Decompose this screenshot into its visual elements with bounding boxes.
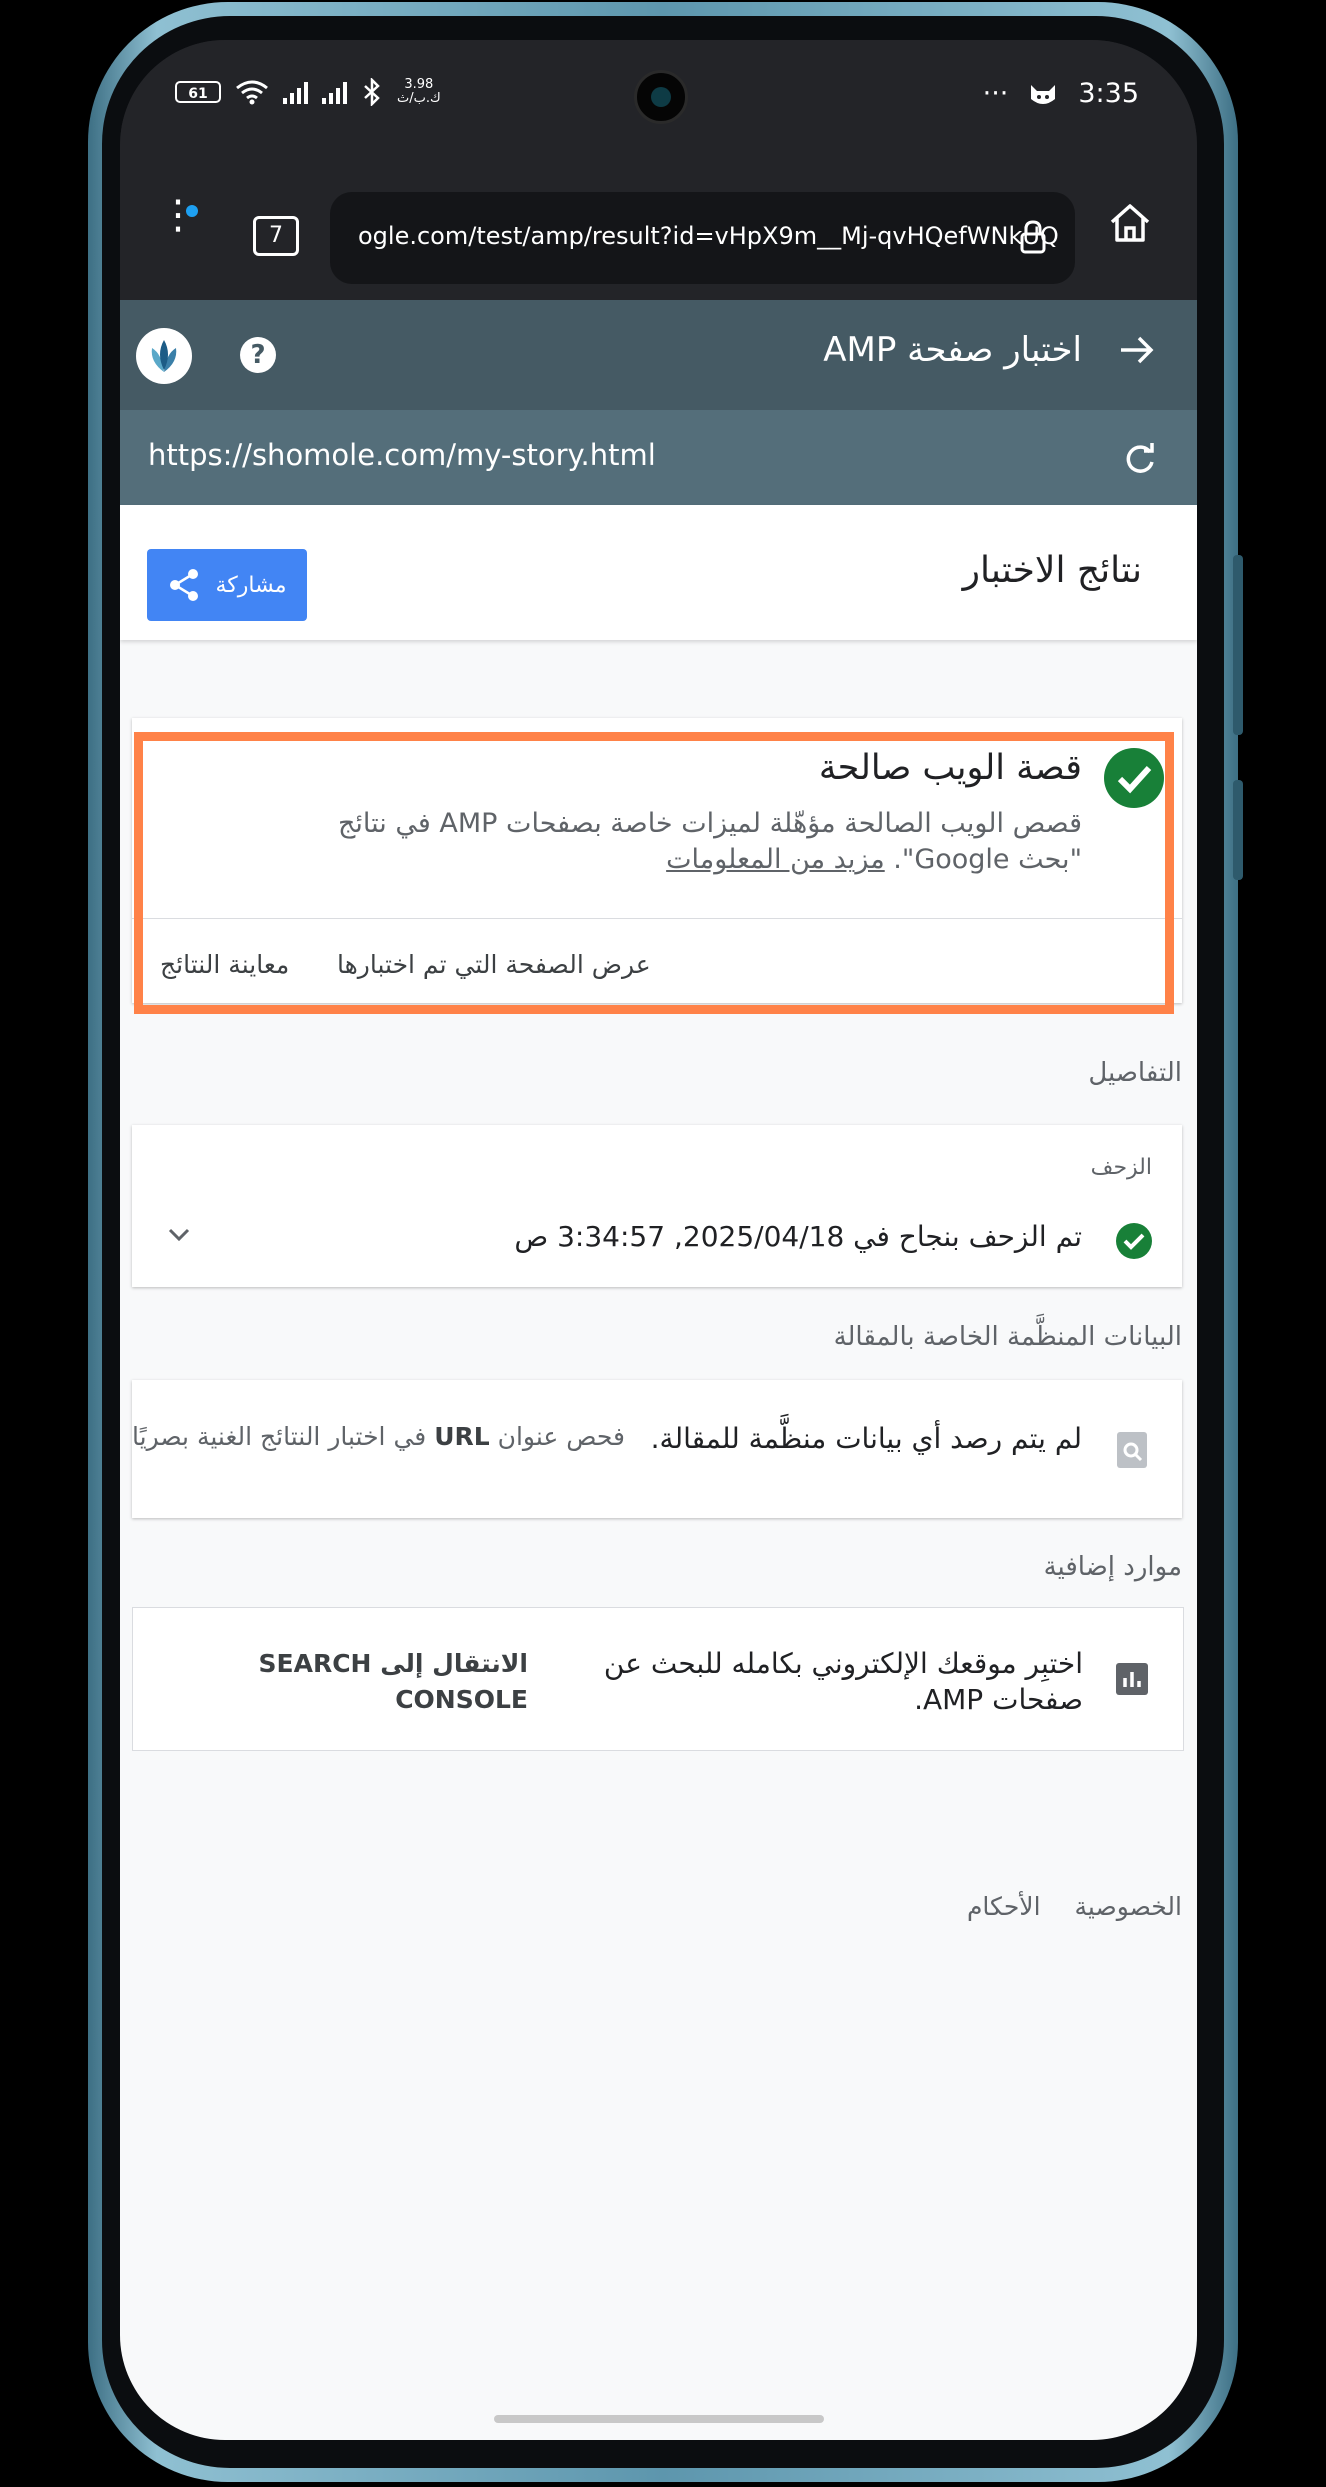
status-bar: 61 3.98 ك.ب/ث ··· 3:35 xyxy=(120,40,1197,150)
tested-url-bar: https://shomole.com/my-story.html xyxy=(120,410,1197,604)
footer-links: الخصوصية الأحكام xyxy=(967,1892,1182,1921)
annotation-highlight-box xyxy=(134,732,1174,1014)
network-speed: 3.98 ك.ب/ث xyxy=(397,77,441,106)
chevron-down-icon[interactable] xyxy=(164,1225,194,1245)
refresh-icon[interactable] xyxy=(1123,442,1157,476)
power-button xyxy=(1233,780,1243,880)
volume-button xyxy=(1233,555,1243,735)
results-header: نتائج الاختبار مشاركة xyxy=(120,505,1197,640)
terms-link[interactable]: الأحكام xyxy=(967,1892,1041,1921)
details-label: التفاصيل xyxy=(1088,1058,1182,1088)
privacy-link[interactable]: الخصوصية xyxy=(1075,1892,1182,1921)
search-console-link[interactable]: الانتقال إلى SEARCH CONSOLE xyxy=(258,1646,528,1718)
no-structured-data-text: لم يتم رصد أي بيانات منظَّمة للمقالة. xyxy=(650,1422,1082,1455)
wifi-icon xyxy=(236,80,268,105)
status-icons-right: ··· 3:35 xyxy=(983,78,1139,109)
back-arrow-icon[interactable] xyxy=(1117,330,1157,370)
browser-toolbar: ⋮ 7 ogle.com/test/amp/result?id=vHpX9m__… xyxy=(120,150,1197,300)
phone-screen: 61 3.98 ك.ب/ث ··· 3:35 ⋮ 7 ogle.com/test… xyxy=(120,40,1197,2440)
check-circle-icon xyxy=(1116,1223,1152,1259)
rich-results-test-link[interactable]: فحص عنوان URL في اختبار النتائج الغنية ب… xyxy=(132,1422,625,1451)
app-bar: اختبار صفحة AMP ? xyxy=(120,300,1197,410)
more-notifications-icon: ··· xyxy=(982,78,1009,109)
address-url: ogle.com/test/amp/result?id=vHpX9m__Mj-q… xyxy=(358,222,1059,250)
address-bar[interactable]: ogle.com/test/amp/result?id=vHpX9m__Mj-q… xyxy=(330,192,1075,284)
additional-resources-label: موارد إضافية xyxy=(1043,1552,1182,1582)
crawl-card[interactable]: الزحف تم الزحف بنجاح في 2025/04/18, 3:34… xyxy=(132,1125,1182,1287)
share-label: مشاركة xyxy=(215,572,287,598)
search-console-logo[interactable] xyxy=(136,328,192,384)
battery-icon: 61 xyxy=(175,81,221,103)
search-document-icon xyxy=(1117,1432,1147,1468)
help-icon[interactable]: ? xyxy=(240,337,276,373)
amp-test-page: اختبار صفحة AMP ? https://shomole.com/my… xyxy=(120,300,1197,2440)
share-button[interactable]: مشاركة xyxy=(147,549,307,621)
bluetooth-icon xyxy=(364,78,380,106)
tab-switcher-button[interactable]: 7 xyxy=(253,216,299,256)
share-icon xyxy=(170,569,199,601)
resources-text: اختبِر موقعك الإلكتروني بكامله للبحث عن … xyxy=(603,1647,1083,1716)
front-camera xyxy=(634,70,688,124)
signal-icon xyxy=(283,80,308,104)
bar-chart-icon xyxy=(1116,1663,1148,1695)
resources-card: اختبِر موقعك الإلكتروني بكامله للبحث عن … xyxy=(132,1607,1184,1751)
home-icon[interactable] xyxy=(1108,202,1152,244)
status-icons-left: 61 3.98 ك.ب/ث xyxy=(175,78,441,106)
results-title: نتائج الاختبار xyxy=(962,550,1142,591)
crawl-label: الزحف xyxy=(1090,1155,1152,1180)
tested-url[interactable]: https://shomole.com/my-story.html xyxy=(148,438,656,472)
structured-data-card: لم يتم رصد أي بيانات منظَّمة للمقالة. فح… xyxy=(132,1380,1182,1518)
cat-app-icon xyxy=(1031,84,1056,104)
structured-data-label: البيانات المنظَّمة الخاصة بالمقالة xyxy=(833,1322,1182,1352)
gesture-nav-handle[interactable] xyxy=(494,2415,824,2423)
clock: 3:35 xyxy=(1078,78,1139,109)
crawl-status: تم الزحف بنجاح في 2025/04/18, 3:34:57 ص xyxy=(514,1220,1082,1253)
lock-icon[interactable] xyxy=(1020,220,1046,254)
app-title: اختبار صفحة AMP xyxy=(823,330,1082,370)
update-dot-icon xyxy=(186,205,198,217)
signal-icon-2 xyxy=(322,80,347,104)
